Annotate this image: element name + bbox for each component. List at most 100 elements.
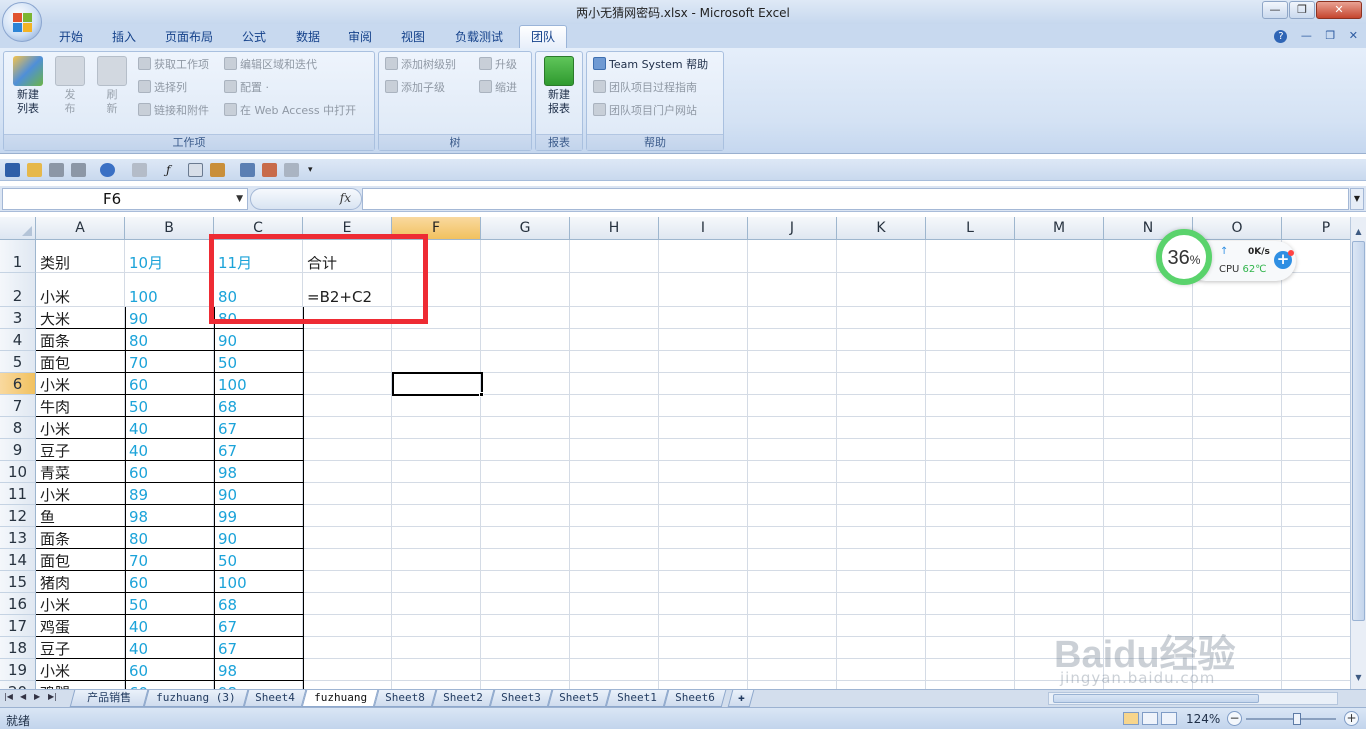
cell-b4[interactable]: 80 xyxy=(125,334,214,349)
tab-formulas[interactable]: 公式 xyxy=(234,28,274,48)
row-header-6[interactable]: 6 xyxy=(0,373,36,395)
cell-c8[interactable]: 67 xyxy=(214,422,303,437)
cell-b1[interactable]: 10月 xyxy=(125,256,214,271)
close-button[interactable]: ✕ xyxy=(1316,1,1362,19)
borders-icon[interactable] xyxy=(188,163,203,177)
cell-a17[interactable]: 鸡蛋 xyxy=(36,620,125,635)
sheet-tab-8[interactable]: Sheet1 xyxy=(605,690,669,707)
insert-sheet-icon[interactable]: ✚ xyxy=(727,690,755,707)
cell-a9[interactable]: 豆子 xyxy=(36,444,125,459)
cell-b14[interactable]: 70 xyxy=(125,554,214,569)
cut-icon[interactable] xyxy=(262,163,277,177)
cell-b6[interactable]: 60 xyxy=(125,378,214,393)
column-header-a[interactable]: A xyxy=(36,217,125,240)
zoom-out-button[interactable]: − xyxy=(1227,711,1242,726)
formula-input[interactable] xyxy=(362,188,1349,210)
column-header-j[interactable]: J xyxy=(748,217,837,240)
cell-b13[interactable]: 80 xyxy=(125,532,214,547)
scroll-down-icon[interactable]: ▼ xyxy=(1352,673,1365,685)
select-all-button[interactable] xyxy=(0,217,36,240)
ribbon-minimize-button[interactable]: — xyxy=(1301,29,1312,42)
row-header-9[interactable]: 9 xyxy=(0,439,36,461)
tab-data[interactable]: 数据 xyxy=(288,28,328,48)
column-header-h[interactable]: H xyxy=(570,217,659,240)
cell-a2[interactable]: 小米 xyxy=(36,290,125,305)
zoom-in-button[interactable]: + xyxy=(1344,711,1359,726)
row-header-10[interactable]: 10 xyxy=(0,461,36,483)
cell-c5[interactable]: 50 xyxy=(214,356,303,371)
vertical-scrollbar[interactable]: ▲ ▼ xyxy=(1350,217,1366,689)
minimize-button[interactable]: — xyxy=(1262,1,1288,19)
cell-c11[interactable]: 90 xyxy=(214,488,303,503)
horizontal-scroll-thumb[interactable] xyxy=(1053,694,1259,703)
fill-handle[interactable] xyxy=(479,392,484,397)
cell-b9[interactable]: 40 xyxy=(125,444,214,459)
tab-home[interactable]: 开始 xyxy=(50,28,92,48)
cell-b19[interactable]: 60 xyxy=(125,664,214,679)
sheet-tab-3[interactable]: fuzhuang xyxy=(301,690,379,707)
row-header-2[interactable]: 2 xyxy=(0,273,36,307)
cell-c17[interactable]: 67 xyxy=(214,620,303,635)
row-header-8[interactable]: 8 xyxy=(0,417,36,439)
row-header-15[interactable]: 15 xyxy=(0,571,36,593)
row-header-7[interactable]: 7 xyxy=(0,395,36,417)
prev-sheet-icon[interactable]: ◀ xyxy=(20,692,26,701)
cell-b16[interactable]: 50 xyxy=(125,598,214,613)
get-work-items-button[interactable]: 获取工作项 xyxy=(138,56,209,74)
cell-c12[interactable]: 99 xyxy=(214,510,303,525)
zoom-level[interactable]: 124% xyxy=(1186,712,1220,726)
cell-c4[interactable]: 90 xyxy=(214,334,303,349)
active-cell-f6[interactable] xyxy=(392,372,483,396)
cell-c16[interactable]: 68 xyxy=(214,598,303,613)
cell-a3[interactable]: 大米 xyxy=(36,312,125,327)
demote-button[interactable]: 缩进 xyxy=(479,79,517,97)
row-header-20[interactable]: 20 xyxy=(0,681,36,689)
cell-c19[interactable]: 98 xyxy=(214,664,303,679)
customize-toolbar-icon[interactable]: ▾ xyxy=(308,163,323,177)
tab-view[interactable]: 视图 xyxy=(393,28,433,48)
cell-a10[interactable]: 青菜 xyxy=(36,466,125,481)
row-header-3[interactable]: 3 xyxy=(0,307,36,329)
vertical-scroll-thumb[interactable] xyxy=(1352,241,1365,621)
insert-function-icon[interactable]: fx xyxy=(340,191,351,205)
row-header-12[interactable]: 12 xyxy=(0,505,36,527)
cell-a14[interactable]: 面包 xyxy=(36,554,125,569)
help-icon[interactable]: ? xyxy=(1274,30,1288,43)
cell-c9[interactable]: 67 xyxy=(214,444,303,459)
sheet-tab-5[interactable]: Sheet2 xyxy=(431,690,495,707)
cell-c6[interactable]: 100 xyxy=(214,378,303,393)
ribbon-restore-button[interactable]: ❐ xyxy=(1325,29,1335,42)
promote-button[interactable]: 升级 xyxy=(479,56,517,74)
cell-b8[interactable]: 40 xyxy=(125,422,214,437)
cell-b2[interactable]: 100 xyxy=(125,290,214,305)
sheet-tab-4[interactable]: Sheet8 xyxy=(373,690,437,707)
undo-icon[interactable] xyxy=(100,163,115,177)
process-guide-button[interactable]: 团队项目过程指南 xyxy=(593,79,697,97)
align-icon[interactable] xyxy=(240,163,255,177)
cell-a11[interactable]: 小米 xyxy=(36,488,125,503)
horizontal-scrollbar[interactable] xyxy=(1048,692,1338,705)
cell-a7[interactable]: 牛肉 xyxy=(36,400,125,415)
add-tree-level-button[interactable]: 添加树级别 xyxy=(385,56,456,74)
cell-a5[interactable]: 面包 xyxy=(36,356,125,371)
cell-a4[interactable]: 面条 xyxy=(36,334,125,349)
column-header-l[interactable]: L xyxy=(926,217,1015,240)
tab-insert[interactable]: 插入 xyxy=(104,28,144,48)
open-folder-icon[interactable] xyxy=(27,163,42,177)
sheet-tab-1[interactable]: fuzhuang (3) xyxy=(143,690,249,707)
copy-icon[interactable] xyxy=(284,163,299,177)
cell-b18[interactable]: 40 xyxy=(125,642,214,657)
row-header-4[interactable]: 4 xyxy=(0,329,36,351)
sheet-tab-7[interactable]: Sheet5 xyxy=(547,690,611,707)
cell-b12[interactable]: 98 xyxy=(125,510,214,525)
cell-b3[interactable]: 90 xyxy=(125,312,214,327)
row-header-11[interactable]: 11 xyxy=(0,483,36,505)
maximize-button[interactable]: ❐ xyxy=(1289,1,1315,19)
save-icon[interactable] xyxy=(5,163,20,177)
scroll-up-icon[interactable]: ▲ xyxy=(1352,227,1365,239)
cell-a13[interactable]: 面条 xyxy=(36,532,125,547)
new-list-button[interactable]: 新建 列表 xyxy=(8,56,48,116)
column-header-k[interactable]: K xyxy=(837,217,926,240)
cell-b15[interactable]: 60 xyxy=(125,576,214,591)
expand-formula-bar-icon[interactable]: ▼ xyxy=(1350,188,1364,210)
